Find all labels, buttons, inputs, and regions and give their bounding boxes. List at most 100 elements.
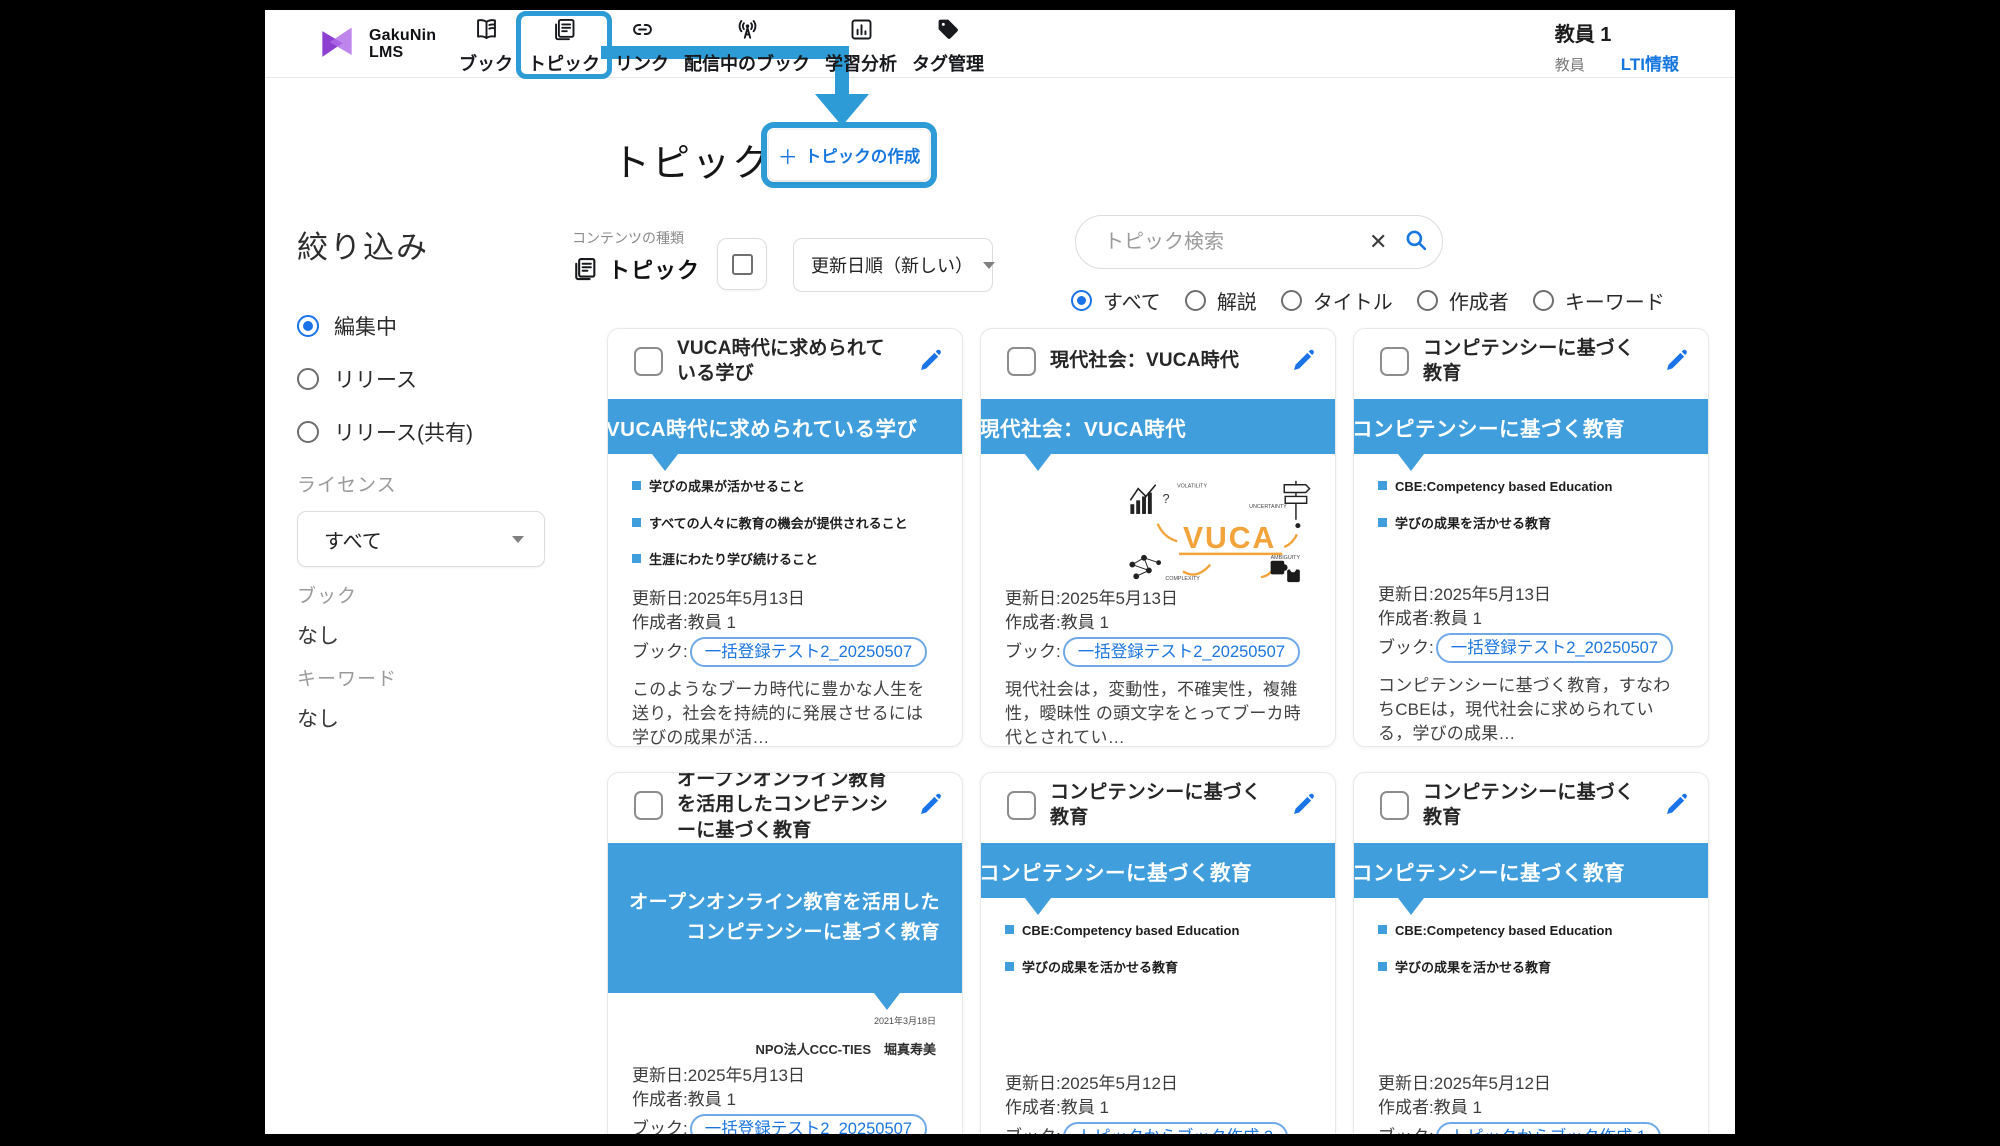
- slide-date: 2021年3月18日: [608, 1014, 962, 1027]
- updated-date-label: 更新日:: [1005, 1074, 1061, 1093]
- search-scope-4[interactable]: キーワード: [1533, 286, 1665, 315]
- radio-selected-icon: [1071, 290, 1092, 311]
- book-row: ブック:一括登録テスト2_20250507: [1378, 633, 1684, 663]
- book-chip[interactable]: 一括登録テスト2_20250507: [1063, 637, 1300, 667]
- filter-status-0-label: 編集中: [334, 311, 397, 341]
- nav-item-topic[interactable]: トピック: [526, 16, 602, 76]
- creator-name: 教員 1: [1061, 1098, 1109, 1117]
- filter-status-1[interactable]: リリース: [297, 364, 559, 394]
- edit-button[interactable]: [1662, 347, 1690, 375]
- updated-date-label: 更新日:: [1378, 1074, 1434, 1093]
- keyword-filter-label: キーワード: [297, 664, 559, 691]
- updated-date: 2025年5月13日: [1061, 589, 1178, 608]
- search-scope-1[interactable]: 解説: [1185, 286, 1257, 315]
- nav-item-book[interactable]: ブック: [457, 16, 515, 76]
- filter-status-1-label: リリース: [334, 364, 417, 394]
- card-title: コンピテンシーに基づく教育: [1423, 336, 1648, 386]
- logo-butterfly-icon: [315, 22, 359, 66]
- edit-button[interactable]: [1289, 791, 1317, 819]
- edit-button[interactable]: [916, 791, 944, 819]
- updated-date-row: 更新日:2025年5月13日: [1005, 587, 1311, 611]
- card-checkbox[interactable]: [1380, 347, 1409, 376]
- topic-card[interactable]: オープンオンライン教育を活用したコンピテンシーに基づく教育オープンオンライン教育…: [607, 772, 963, 1134]
- pencil-icon: [1290, 362, 1317, 377]
- banner-tail: [652, 454, 678, 471]
- lti-info-link[interactable]: LTI情報: [1621, 50, 1679, 75]
- bullet-text: CBE:Competency based Education: [1395, 477, 1612, 497]
- card-title: 現代社会：VUCA時代: [1050, 348, 1275, 373]
- license-select[interactable]: すべて: [297, 511, 545, 567]
- card-header: コンピテンシーに基づく教育: [981, 773, 1335, 837]
- nav-item-label: リンク: [615, 50, 669, 76]
- card-meta: 更新日:2025年5月13日作成者:教員 1ブック:一括登録テスト2_20250…: [608, 587, 962, 667]
- topic-card[interactable]: コンピテンシーに基づく教育コンピテンシーに基づく教育CBE:Competency…: [1353, 328, 1709, 747]
- filter-status-2[interactable]: リリース(共有): [297, 417, 559, 447]
- gakunin-lms-logo[interactable]: GakuNin LMS: [315, 22, 436, 66]
- bullet-text: すべての人々に教育の機会が提供されること: [649, 514, 908, 534]
- card-header: 現代社会：VUCA時代: [981, 329, 1335, 393]
- clear-search-icon[interactable]: ✕: [1369, 229, 1387, 255]
- select-all-checkbox[interactable]: [717, 238, 767, 290]
- vuca-illustration-wrap: ?VOLATILITYUNCERTAINTYVUCACOMPLEXITYAMBI…: [981, 475, 1335, 587]
- thumbnail-bullet: 学びの成果が活かせること: [632, 477, 948, 497]
- create-topic-button[interactable]: ＋ トピックの作成: [769, 130, 929, 180]
- search-icon[interactable]: [1403, 227, 1429, 258]
- question-mark: ?: [1163, 492, 1170, 506]
- edit-button[interactable]: [1662, 791, 1690, 819]
- logo-text: GakuNin LMS: [369, 27, 436, 62]
- book-chip[interactable]: 一括登録テスト2_20250507: [690, 637, 927, 667]
- book-chip[interactable]: 一括登録テスト2_20250507: [1436, 633, 1673, 663]
- sort-select[interactable]: 更新日順（新しい）: [793, 238, 993, 292]
- screen: GakuNin LMS ブックトピックリンク配信中のブック学習分析タグ管理 教員…: [0, 0, 2000, 1146]
- topic-card[interactable]: コンピテンシーに基づく教育コンピテンシーに基づく教育CBE:Competency…: [1353, 772, 1709, 1134]
- card-checkbox[interactable]: [1007, 791, 1036, 820]
- slide-title-line: オープンオンライン教育を活用した: [608, 888, 940, 918]
- topic-doc-icon: [571, 255, 599, 283]
- search-scope-3-label: 作成者: [1449, 286, 1509, 315]
- card-checkbox[interactable]: [1007, 347, 1036, 376]
- card-header: VUCA時代に求められている学び: [608, 329, 962, 393]
- creator-name-label: 作成者:: [632, 613, 688, 632]
- filter-status-0[interactable]: 編集中: [297, 311, 559, 341]
- edit-button[interactable]: [916, 347, 944, 375]
- topic-card[interactable]: コンピテンシーに基づく教育コンピテンシーに基づく教育CBE:Competency…: [980, 772, 1336, 1134]
- card-checkbox[interactable]: [634, 791, 663, 820]
- bullet-square-icon: [1005, 962, 1014, 971]
- updated-date: 2025年5月13日: [1434, 585, 1551, 604]
- card-thumbnail: 現代社会：VUCA時代 ?VOLATILITYUNCERTAINTYVUCACOM…: [981, 399, 1335, 587]
- thumbnail-bullet: CBE:Competency based Education: [1378, 921, 1694, 941]
- book-chip[interactable]: トピックからブック作成 2: [1063, 1122, 1288, 1134]
- topic-card[interactable]: VUCA時代に求められている学びVUCA時代に求められている学び学びの成果が活か…: [607, 328, 963, 747]
- search-scope-3[interactable]: 作成者: [1417, 286, 1509, 315]
- edit-button[interactable]: [1289, 347, 1317, 375]
- content-type-label: コンテンツの種類: [572, 228, 684, 248]
- status-filter-group: 編集中リリースリリース(共有): [297, 311, 559, 447]
- plus-icon: ＋: [778, 141, 798, 170]
- book-chip[interactable]: トピックからブック作成 1: [1436, 1122, 1661, 1134]
- topic-card[interactable]: 現代社会：VUCA時代現代社会：VUCA時代?VOLATILITYUNCERTA…: [980, 328, 1336, 747]
- nav-item-tag-management[interactable]: タグ管理: [910, 16, 986, 76]
- search-scope-0[interactable]: すべて: [1071, 286, 1161, 315]
- card-checkbox[interactable]: [1380, 791, 1409, 820]
- card-checkbox[interactable]: [634, 347, 663, 376]
- creator-name-row: 作成者:教員 1: [1005, 611, 1311, 635]
- book-row: ブック:一括登録テスト2_20250507: [1005, 637, 1311, 667]
- thumbnail-bullet: CBE:Competency based Education: [1378, 477, 1694, 497]
- card-meta: 更新日:2025年5月12日作成者:教員 1ブック:トピックからブック作成 2: [981, 1072, 1335, 1134]
- bullet-text: 生涯にわたり学び続けること: [649, 550, 818, 570]
- book-row: ブック:トピックからブック作成 2: [1005, 1122, 1311, 1134]
- book-label: ブック:: [632, 640, 688, 664]
- card-meta: 更新日:2025年5月13日作成者:教員 1ブック:一括登録テスト2_20250…: [1354, 583, 1708, 663]
- search-input[interactable]: [1104, 231, 1369, 254]
- creator-name-label: 作成者:: [1378, 609, 1434, 628]
- search-scope-2[interactable]: タイトル: [1281, 286, 1393, 315]
- card-title: コンピテンシーに基づく教育: [1050, 780, 1275, 830]
- radio-icon: [1281, 290, 1302, 311]
- pencil-icon: [917, 806, 944, 821]
- pencil-icon: [917, 362, 944, 377]
- filter-heading: 絞り込み: [297, 222, 559, 267]
- thumbnail-banner: 現代社会：VUCA時代: [981, 399, 1335, 454]
- pencil-icon: [1290, 806, 1317, 821]
- book-chip[interactable]: 一括登録テスト2_20250507: [690, 1114, 927, 1134]
- updated-date-label: 更新日:: [632, 589, 688, 608]
